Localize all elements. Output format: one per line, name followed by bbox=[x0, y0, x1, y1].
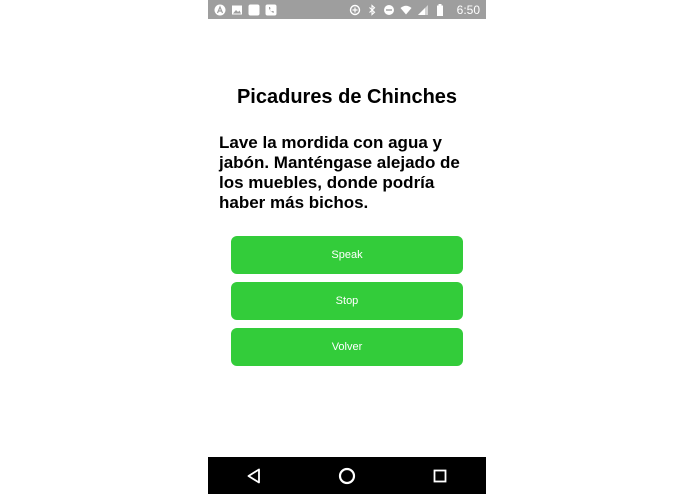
main-content: Picadures de Chinches Lave la mordida co… bbox=[208, 19, 486, 457]
signal-icon bbox=[417, 4, 429, 16]
instruction-text: Lave la mordida con agua y jabón. Mantén… bbox=[219, 133, 460, 212]
recents-square-icon[interactable] bbox=[420, 461, 460, 491]
app-a-icon bbox=[214, 4, 226, 16]
square-app-icon bbox=[248, 4, 260, 16]
data-saver-icon bbox=[349, 4, 361, 16]
back-button[interactable]: Volver bbox=[231, 328, 463, 366]
bluetooth-icon bbox=[366, 3, 378, 16]
back-triangle-icon[interactable] bbox=[234, 461, 274, 491]
status-bar-right: 6:50 bbox=[349, 3, 486, 17]
image-icon bbox=[231, 4, 243, 16]
battery-icon bbox=[434, 3, 446, 16]
phone-screen: 6:50 Picadures de Chinches Lave la mordi… bbox=[208, 0, 486, 494]
wifi-icon bbox=[400, 4, 412, 16]
speak-button[interactable]: Speak bbox=[231, 236, 463, 274]
stop-button[interactable]: Stop bbox=[231, 282, 463, 320]
do-not-disturb-icon bbox=[383, 4, 395, 16]
status-bar-left bbox=[208, 4, 277, 16]
clock-time: 6:50 bbox=[456, 2, 480, 17]
navigation-bar bbox=[208, 457, 486, 494]
page-title: Picadures de Chinches bbox=[236, 86, 458, 108]
status-bar: 6:50 bbox=[208, 0, 486, 19]
phone-app-icon bbox=[265, 4, 277, 16]
home-circle-icon[interactable] bbox=[327, 461, 367, 491]
